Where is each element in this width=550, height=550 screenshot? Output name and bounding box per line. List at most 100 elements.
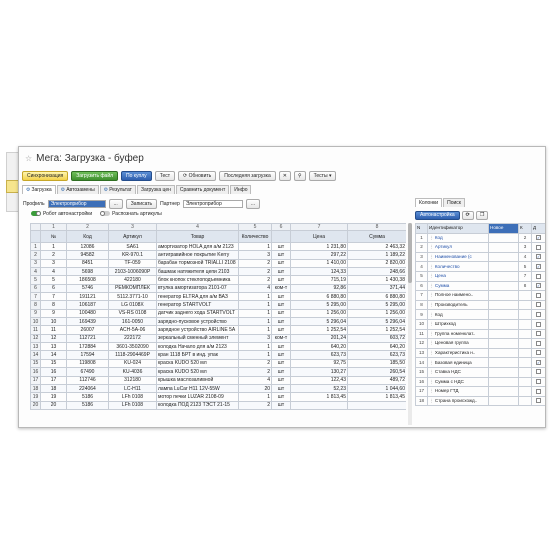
tab-columns[interactable]: Колонки [415,198,443,207]
scrollbar-thumb[interactable] [408,223,412,283]
table-cell[interactable]: 122,43 [290,375,348,385]
table-cell[interactable]: кран 1118 БРТ в инд. упак [156,350,239,360]
table-cell[interactable]: 224064 [66,383,109,394]
table-cell[interactable]: зарядно-пусковое устройство [156,317,239,327]
table-cell[interactable]: 19 [40,392,67,402]
table-cell[interactable]: 17594 [66,350,109,360]
table-cell[interactable]: 5 295,00 [290,300,348,310]
table-cell[interactable]: 16 [40,367,67,377]
table-cell[interactable]: шт [271,375,291,385]
tab-info[interactable]: Инфо [230,185,252,194]
table-cell[interactable]: 15 [40,358,67,369]
table-cell[interactable]: 3 [238,333,272,344]
table-cell[interactable]: 5 [40,275,67,285]
tests-button[interactable]: Тесты ▾ [308,171,337,181]
table-row[interactable]: 9 9 100480 VS-RS 0108 датчик заднего хода ST… [30,308,406,319]
table-cell[interactable]: шт [271,267,291,277]
profile-select[interactable]: Электроприбор [47,199,106,208]
table-cell[interactable]: 8 [40,300,67,310]
table-cell[interactable]: LG 0108X [108,300,157,310]
table-cell[interactable]: лампа LuCar H11 12V-55W [156,383,239,394]
identifier-cell[interactable]: ⋮ Ценовая группа [427,338,489,349]
star-icon[interactable]: ☆ [25,154,32,163]
checkbox-icon[interactable] [536,321,541,327]
checkbox-icon[interactable] [536,244,541,250]
list-item[interactable]: 3 ⋮ Наименование (с 4 ✓ [415,251,545,263]
autosetup-button[interactable]: Автонастройка [415,210,460,220]
table-cell[interactable]: мотор печки LUZAR 2108-09 [156,392,239,402]
table-cell[interactable]: 5 295,00 [347,300,406,310]
table-cell[interactable]: 92,86 [290,283,348,294]
column-index-cell[interactable] [518,357,532,368]
column-header[interactable]: Код [66,230,109,243]
table-cell[interactable]: 1 [238,300,272,310]
checkbox-checked-icon[interactable]: ✓ [536,235,541,241]
table-cell[interactable]: генератор STARTVOLT [156,300,239,310]
table-cell[interactable]: 489,72 [347,375,406,385]
partner-field[interactable]: Электроприбор [182,199,243,208]
table-cell[interactable]: шт [271,358,291,369]
column-index-cell[interactable] [518,366,532,378]
profile-open-button[interactable]: ... [108,198,123,209]
checkbox-icon[interactable] [536,369,541,375]
table-cell[interactable]: башмак натяжителя цепи 2103 [156,267,239,277]
table-cell[interactable]: шт [271,275,291,285]
tab-load[interactable]: ⚙Загрузка [22,185,56,194]
table-cell[interactable]: блок кнопок стеклоподъемника [156,275,239,285]
column-header[interactable]: Артикул [108,230,157,243]
grid-scrollbar[interactable] [408,223,412,425]
column-index-cell[interactable] [518,347,532,359]
recognize-articles-toggle[interactable]: Распознать артикулы [100,211,162,217]
column-index-cell[interactable]: 5 [518,261,532,272]
table-cell[interactable]: 124,33 [290,267,348,277]
table-cell[interactable]: 5746 [66,283,109,294]
checkbox-icon[interactable] [536,379,541,385]
checkbox-icon[interactable] [536,350,541,356]
table-cell[interactable]: 106187 [66,300,109,310]
new-cell[interactable] [488,395,519,407]
table-row[interactable]: 8 8 106187 LG 0108X генератор STARTVOLT 1 шт 5 … [30,300,406,310]
table-cell[interactable]: 1 [40,241,67,252]
table-cell[interactable]: 623,73 [347,350,406,360]
table-cell[interactable]: шт [271,300,291,310]
list-item[interactable]: 5 ⋮ Цена 7 [415,270,545,282]
table-cell[interactable]: 9 [40,308,67,319]
table-cell[interactable]: 100480 [66,308,109,319]
table-cell[interactable]: 1 252,54 [290,325,348,335]
table-cell[interactable]: 92,75 [290,358,348,369]
table-cell[interactable]: 297,22 [290,250,348,260]
partner-open-button[interactable]: ... [245,198,260,209]
table-cell[interactable]: 11 [40,325,67,335]
table-cell[interactable]: ком-т [271,333,291,344]
table-cell[interactable]: 1 256,00 [290,308,348,319]
table-cell[interactable]: 2 [40,250,67,260]
table-cell[interactable]: 1 [238,308,272,319]
table-cell[interactable]: 185,50 [347,358,406,369]
sync-button[interactable]: Синхронизация [22,171,69,181]
table-cell[interactable]: 2 [238,367,272,377]
table-cell[interactable]: 2 [238,258,272,269]
tab-search[interactable]: Поиск [443,198,465,207]
table-cell[interactable]: 169439 [66,317,109,327]
table-cell[interactable]: 1 430,38 [347,275,406,285]
checkbox-icon[interactable] [536,340,541,346]
table-cell[interactable]: SA61 [108,241,157,252]
table-cell[interactable]: 5 296,04 [290,317,348,327]
table-cell[interactable]: шт [271,350,291,360]
column-index-cell[interactable] [518,318,532,330]
column-header[interactable]: Цена [290,230,348,243]
table-cell[interactable]: 260,54 [347,367,406,377]
table-cell[interactable]: 12 [40,333,67,344]
column-index-cell[interactable] [518,386,532,397]
table-row[interactable]: 17 17 112746 312180 крышка маслозаливной 4 шт 1… [30,375,406,385]
table-row[interactable]: 3 3 8451 TF-059 барабан тормозной TRIALLI 21… [30,258,406,269]
table-cell[interactable]: шт [271,241,291,252]
table-cell[interactable]: шт [271,317,291,327]
copy-icon[interactable]: ❐ [475,210,489,220]
table-cell[interactable]: 14 [40,350,67,360]
table-cell[interactable]: колодка Начало для а/м 2123 [156,342,239,352]
table-cell[interactable]: 422180 [108,275,157,285]
column-index-cell[interactable]: 4 [518,251,532,263]
identifier-cell[interactable]: ⋮ Сумма с НДС [427,376,489,388]
new-cell[interactable] [488,376,519,388]
